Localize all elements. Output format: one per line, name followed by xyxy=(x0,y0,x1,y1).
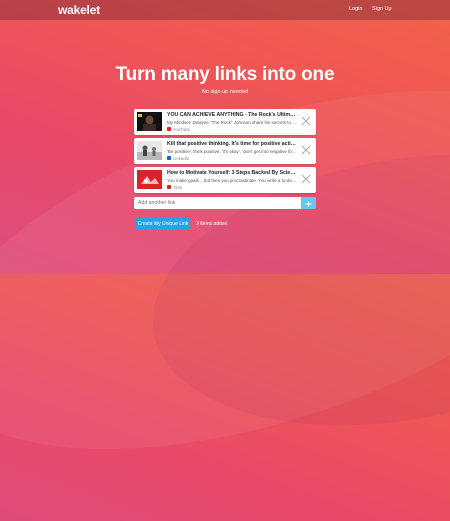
items-added-count: 3 items added xyxy=(196,221,228,227)
close-icon[interactable] xyxy=(300,115,312,127)
link-title[interactable]: Kill that positive thinking. It's time f… xyxy=(167,141,297,147)
time-icon xyxy=(167,185,171,189)
link-source: LinkedIn xyxy=(167,156,189,161)
close-icon[interactable] xyxy=(300,173,312,185)
link-source-label: Time xyxy=(173,184,183,190)
link-title[interactable]: How to Motivate Yourself: 3 Steps Backed… xyxy=(167,170,297,176)
hero-subtitle: No sign up needed xyxy=(201,89,249,95)
link-source: Time xyxy=(167,185,182,190)
youtube-icon xyxy=(167,127,171,131)
add-link-button[interactable] xyxy=(301,197,316,209)
article-thumbnail xyxy=(137,170,162,189)
article-thumbnail xyxy=(137,141,162,160)
top-navigation-bar: wakelet Login Sign Up xyxy=(0,0,450,20)
add-link-input[interactable] xyxy=(134,197,301,209)
video-thumbnail xyxy=(137,112,162,131)
create-unique-link-button[interactable]: Create My Unique Link xyxy=(136,218,190,230)
link-source: YouTube xyxy=(167,127,190,132)
linkedin-icon xyxy=(167,156,171,160)
link-source-label: YouTube xyxy=(173,126,190,132)
link-card[interactable]: Kill that positive thinking. It's time f… xyxy=(134,138,316,164)
signup-link[interactable]: Sign Up xyxy=(372,6,392,12)
link-title[interactable]: YOU CAN ACHIEVE ANYTHING - The Rock's Ul… xyxy=(167,112,297,118)
hero-title: Turn many links into one xyxy=(115,64,335,85)
link-description: My Mindset. Dwayne "The Rock" Johnson sh… xyxy=(167,119,297,125)
login-link[interactable]: Login xyxy=(349,6,362,12)
link-description: 'Be positive', think positive, 'it's oka… xyxy=(167,148,297,154)
plus-icon xyxy=(305,201,312,207)
link-source-label: LinkedIn xyxy=(173,155,190,161)
link-description: You make goals... but then you procrasti… xyxy=(167,177,297,183)
link-card[interactable]: YOU CAN ACHIEVE ANYTHING - The Rock's Ul… xyxy=(134,109,316,135)
close-icon[interactable] xyxy=(300,144,312,156)
link-card[interactable]: How to Motivate Yourself: 3 Steps Backed… xyxy=(134,167,316,193)
wakelet-logo[interactable]: wakelet xyxy=(58,3,100,17)
